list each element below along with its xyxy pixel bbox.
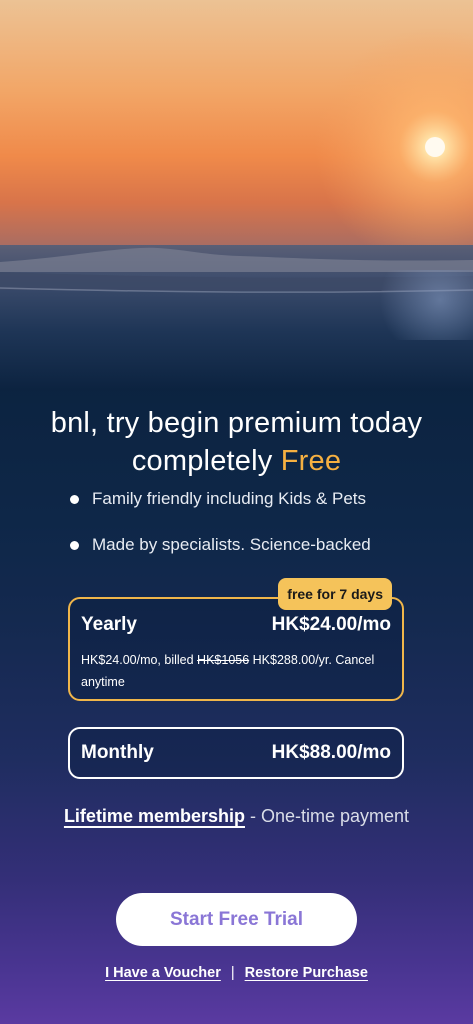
lifetime-option: Lifetime membership - One-time payment [0,806,473,827]
feature-list: Family friendly including Kids & Pets Ma… [70,486,371,578]
bullet-icon [70,494,79,504]
free-trial-badge: free for 7 days [278,578,392,610]
footer-links: I Have a Voucher | Restore Purchase [0,965,473,981]
plan-name: Yearly [81,614,137,635]
plan-price: HK$88.00/mo [271,742,391,763]
feature-text: Made by specialists. Science-backed [92,535,371,554]
footer-separator: | [230,965,235,981]
headline-line-2-prefix: completely [131,445,281,477]
headline-line-1: bnl, try begin premium today [50,407,423,439]
original-price-strikethrough: HK$1056 [197,653,250,667]
restore-purchase-link[interactable]: Restore Purchase [245,965,368,981]
feature-item: Made by specialists. Science-backed [70,532,371,558]
billing-text: HK$24.00/mo, billed [81,653,198,667]
start-free-trial-button[interactable]: Start Free Trial [116,893,357,946]
headline: bnl, try begin premium today completely … [0,404,473,480]
plan-name: Monthly [81,742,154,763]
voucher-link[interactable]: I Have a Voucher [105,965,221,981]
headline-line-2: completely Free [0,442,473,480]
feature-text: Family friendly including Kids & Pets [92,489,367,508]
lifetime-membership-link[interactable]: Lifetime membership [64,806,245,826]
plan-option-yearly[interactable]: free for 7 days Yearly HK$24.00/mo HK$24… [68,578,404,701]
feature-item: Family friendly including Kids & Pets [70,486,371,512]
plan-billing-detail: HK$24.00/mo, billed HK$1056 HK$288.00/yr… [70,639,402,693]
plan-price: HK$24.00/mo [271,614,391,635]
headline-free-highlight: Free [280,445,342,477]
hero-image [0,0,473,390]
lifetime-suffix: - One-time payment [244,806,410,826]
bullet-icon [70,540,79,550]
paywall-screen: bnl, try begin premium today completely … [0,0,473,1024]
plan-option-monthly[interactable]: Monthly HK$88.00/mo [68,727,404,779]
